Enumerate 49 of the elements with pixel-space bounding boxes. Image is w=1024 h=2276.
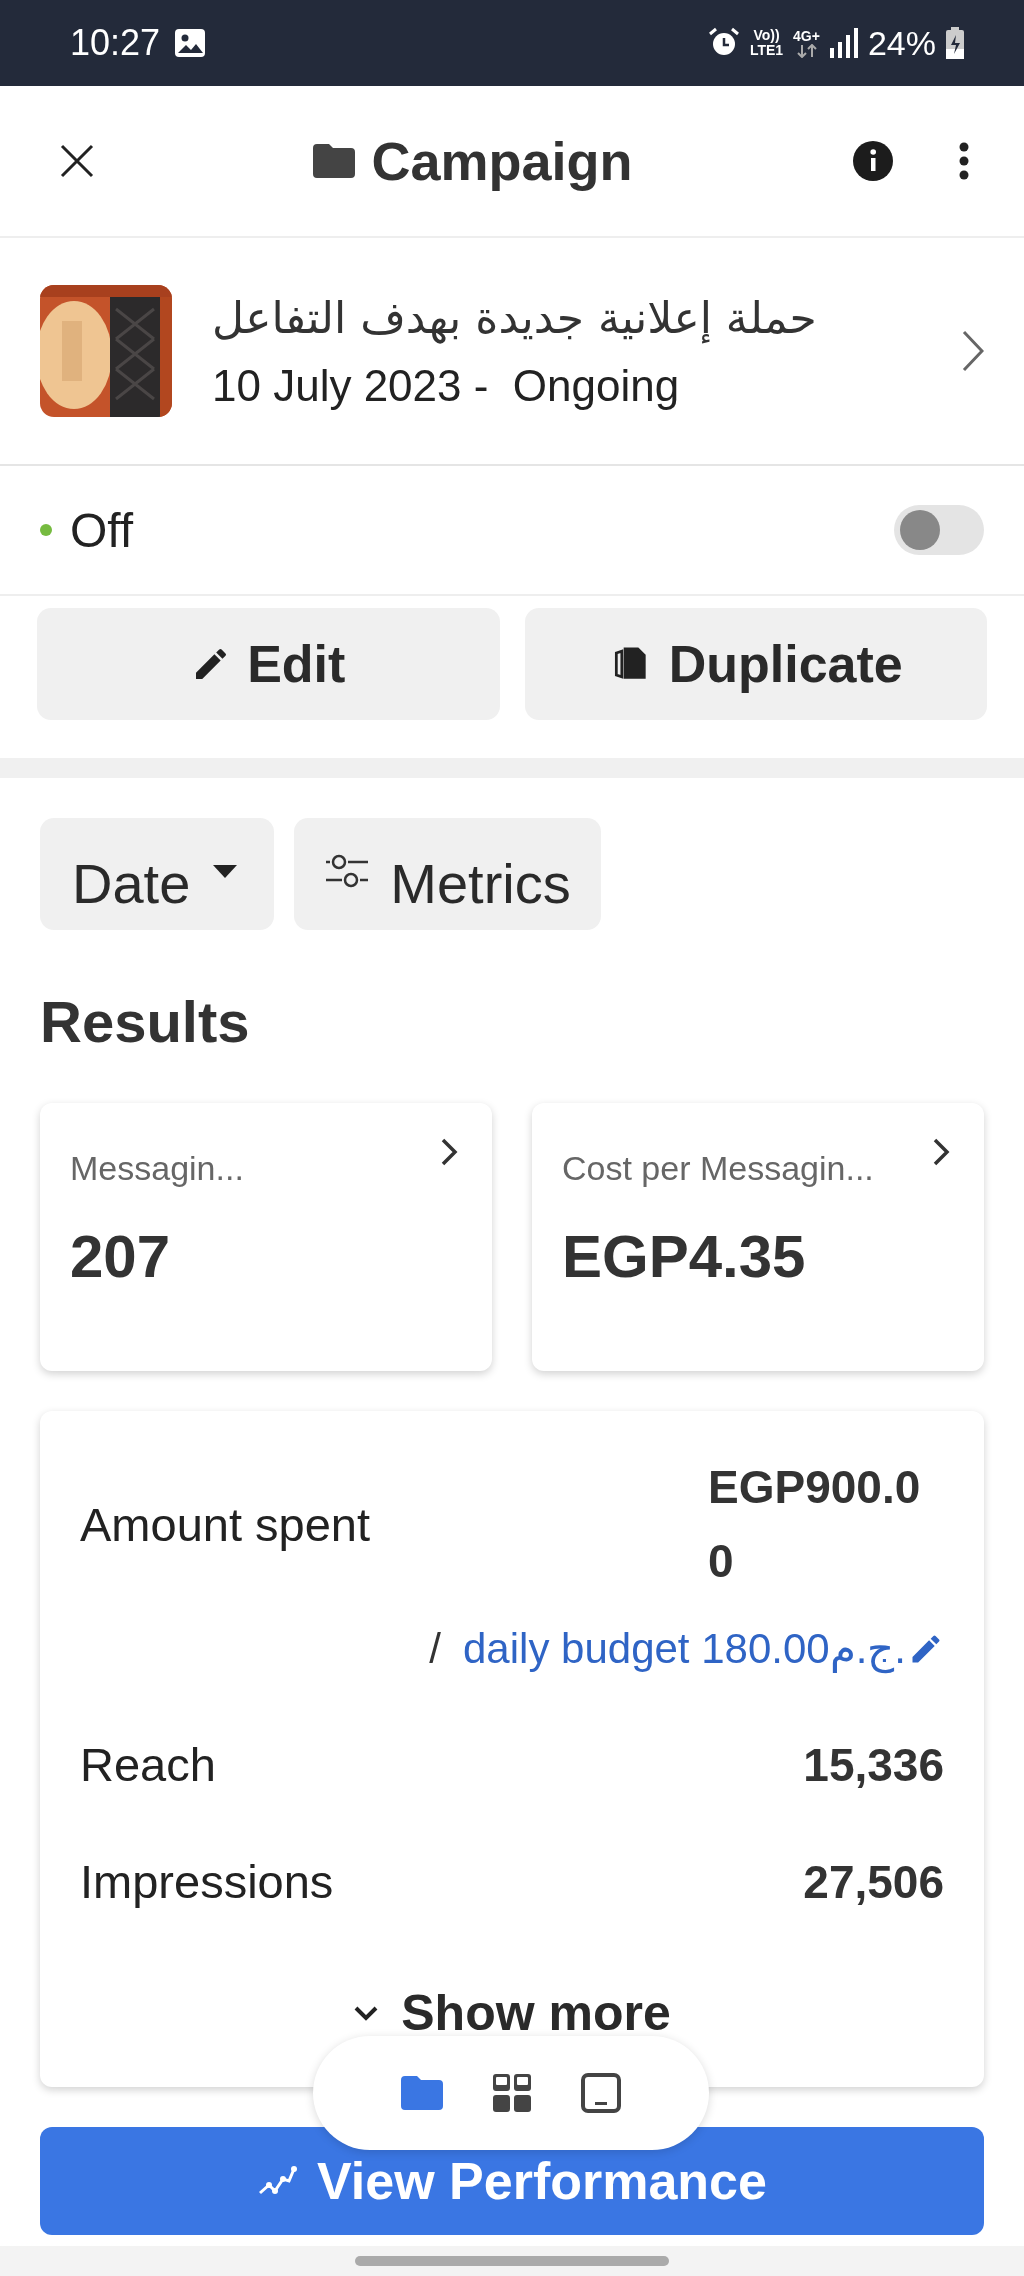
clock-time: 10:27 (70, 22, 161, 64)
nav-tab[interactable] (401, 2076, 443, 2110)
view-performance-button[interactable]: View Performance (40, 2127, 984, 2236)
chevron-right-icon (440, 1137, 458, 1167)
daily-budget-link[interactable]: daily budget 180.00ج.م. (463, 1624, 944, 1674)
caret-icon (212, 864, 239, 880)
metric-label: Messagin... (70, 1149, 245, 1188)
page-title: Campaign (371, 130, 633, 192)
status-label: Off (70, 502, 134, 558)
network-type-label: 4G+ (793, 28, 820, 44)
signal-icon (829, 28, 858, 58)
grid-icon (493, 2074, 531, 2112)
row-label: Amount spent (80, 1497, 370, 1553)
row-value: 27,506 (803, 1854, 944, 1909)
campaign-toggle[interactable] (894, 505, 984, 555)
row-value: EGP900.00 (708, 1460, 922, 1589)
row-label: Reach (80, 1737, 216, 1793)
chevron-right-icon (932, 1137, 950, 1167)
metric-value: EGP4.35 (562, 1222, 807, 1291)
battery-charging-icon (946, 27, 964, 59)
chevron-down-icon (353, 2005, 380, 2022)
show-more-button[interactable]: Show more (347, 1983, 677, 2044)
volte-label: Vo)) (753, 28, 780, 43)
duplicate-button[interactable]: Duplicate (524, 608, 987, 720)
date-filter-button[interactable]: Date (40, 818, 275, 930)
metric-card[interactable]: Messagin... 207 (40, 1103, 492, 1371)
edit-button[interactable]: Edit (37, 608, 500, 720)
metric-card[interactable]: Cost per Messagin... EGP4.35 (532, 1103, 984, 1371)
lte-label: LTE1 (749, 43, 784, 58)
campaign-name: حملة إعلانية جديدة بهدف التفاعل (212, 291, 817, 343)
results-heading: Results (39, 988, 251, 1056)
chevron-right-icon (962, 330, 984, 372)
folder-icon (313, 144, 356, 178)
nav-tab[interactable] (581, 2073, 621, 2113)
row-value: 15,336 (803, 1737, 944, 1792)
tablet-icon (581, 2073, 621, 2113)
gesture-handle[interactable] (355, 2256, 669, 2266)
metric-label: Cost per Messagin... (562, 1149, 875, 1188)
metric-value: 207 (70, 1222, 172, 1291)
metrics-button[interactable]: Metrics (294, 818, 601, 930)
campaign-dates: 10 July 2023 - Ongoing (212, 360, 681, 411)
nav-tab[interactable] (493, 2074, 531, 2112)
image-icon (174, 28, 207, 58)
folder-icon (401, 2076, 443, 2110)
sliders-icon (326, 854, 369, 888)
data-arrows-icon (795, 43, 818, 58)
row-label: Impressions (80, 1854, 334, 1910)
battery-percent: 24% (867, 23, 936, 63)
separator-text: / (429, 1624, 441, 1673)
